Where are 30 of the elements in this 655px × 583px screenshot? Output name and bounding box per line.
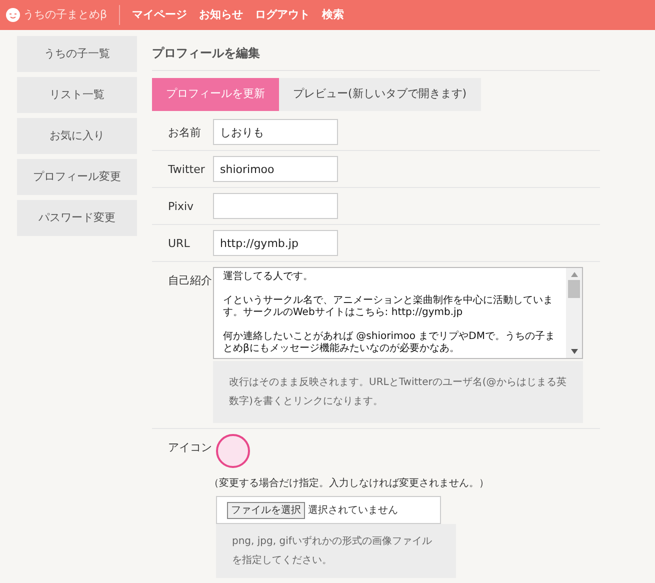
- hint-text: 改行はそのまま反映されます。URLとTwitterのユーザ名(@からはじまる英数字)を書くとリンクになります。: [213, 361, 583, 423]
- bio-textarea[interactable]: 運営してる人です。 イというサークル名で、アニメーションと楽曲制作を中心に活動しています。サークルのWebサイトはこちら: http://gymb.jp 何か連絡したいことがあれば @shiorimoo までリプやDMで。うちの子まとめβにもメッセージ機能みたいなのが必要かなあ。: [213, 267, 583, 359]
- sidebar-item[interactable]: お気に入り: [17, 118, 137, 154]
- scroll-down-arrow-icon[interactable]: [570, 349, 578, 354]
- sidebar-item[interactable]: うちの子一覧: [17, 36, 137, 72]
- text-input[interactable]: しおりも: [213, 119, 338, 145]
- bio-paragraph: イというサークル名で、アニメーションと楽曲制作を中心に活動しています。サークルのWebサイトはこちら: http://gymb.jp: [223, 295, 554, 319]
- text-input[interactable]: shiorimoo: [213, 156, 338, 182]
- smiley-logo-icon: [6, 8, 20, 22]
- page-title: プロフィールを編集: [152, 44, 600, 71]
- field-label: Twitter: [167, 162, 206, 178]
- avatar-image: [216, 434, 250, 468]
- hint-text: png, jpg, gifいずれかの形式の画像ファイルを指定してください。: [216, 524, 456, 578]
- sidebar-item[interactable]: リスト一覧: [17, 77, 137, 113]
- field-label: Pixiv: [167, 199, 195, 215]
- file-input[interactable]: ファイルを選択 選択されていません: [216, 496, 441, 524]
- field-label: アイコン: [167, 440, 213, 456]
- sidebar-item[interactable]: プロフィール変更: [17, 159, 137, 195]
- tab[interactable]: プレビュー(新しいタブで開きます): [279, 78, 481, 111]
- text-input[interactable]: http://gymb.jp: [213, 230, 338, 256]
- text-input[interactable]: [213, 193, 338, 219]
- scrollbar-thumb[interactable]: [568, 280, 580, 298]
- bio-paragraph: 何か連絡したいことがあれば @shiorimoo までリプやDMで。うちの子まとめβにもメッセージ機能みたいなのが必要かなあ。: [223, 331, 556, 355]
- sidebar-item[interactable]: パスワード変更: [17, 200, 137, 236]
- bio-paragraph: 運営してる人です。: [223, 271, 314, 283]
- note-text: （変更する場合だけ指定。入力しなければ変更されません。）: [209, 476, 490, 491]
- scroll-up-arrow-icon[interactable]: [570, 272, 578, 277]
- field-label: お名前: [167, 125, 202, 141]
- field-label: URL: [167, 236, 191, 252]
- field-label: 自己紹介: [167, 273, 213, 289]
